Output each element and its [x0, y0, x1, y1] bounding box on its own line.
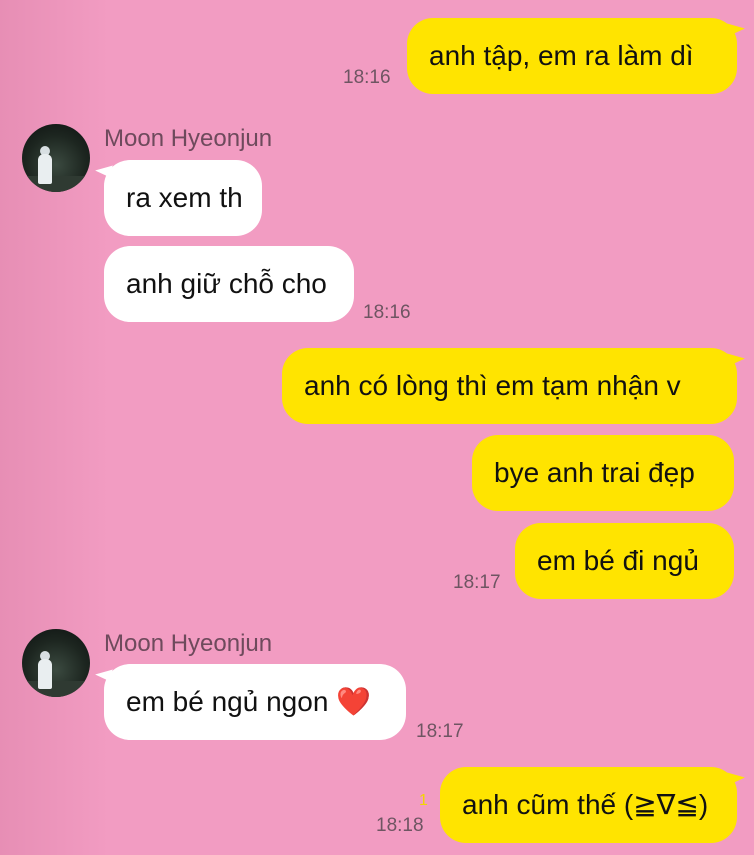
contact-avatar[interactable] — [22, 629, 90, 697]
outgoing-message[interactable]: bye anh trai đẹp — [472, 435, 734, 511]
sender-name[interactable]: Moon Hyeonjun — [104, 125, 272, 153]
incoming-message[interactable]: ra xem th — [104, 160, 262, 236]
avatar-figure — [38, 659, 52, 689]
message-time: 18:18 — [376, 815, 424, 836]
outgoing-message[interactable]: em bé đi ngủ — [515, 523, 734, 599]
contact-avatar[interactable] — [22, 124, 90, 192]
unread-count-badge: 1 — [419, 792, 428, 809]
message-time: 18:16 — [363, 302, 411, 323]
message-time: 18:17 — [453, 572, 501, 593]
outgoing-message[interactable]: anh có lòng thì em tạm nhận v — [282, 348, 737, 424]
avatar-ground — [22, 176, 90, 192]
outgoing-message[interactable]: anh cũm thế (≧∇≦) — [440, 767, 737, 843]
message-time: 18:16 — [343, 67, 391, 88]
message-time: 18:17 — [416, 721, 464, 742]
incoming-message[interactable]: anh giữ chỗ cho — [104, 246, 354, 322]
incoming-message[interactable]: em bé ngủ ngon ❤️ — [104, 664, 406, 740]
avatar-figure — [38, 154, 52, 184]
sender-name[interactable]: Moon Hyeonjun — [104, 630, 272, 658]
outgoing-message[interactable]: anh tập, em ra làm dì — [407, 18, 737, 94]
avatar-ground — [22, 681, 90, 697]
